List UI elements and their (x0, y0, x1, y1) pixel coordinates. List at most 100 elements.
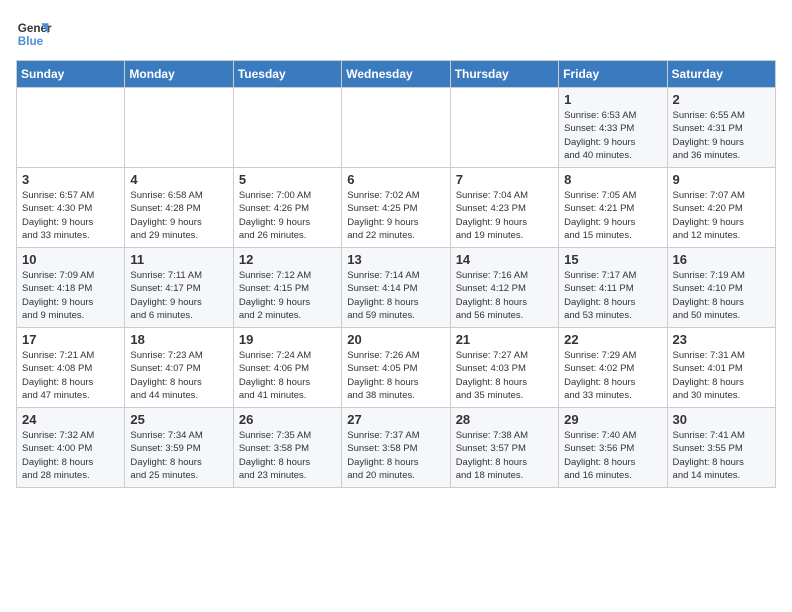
calendar-week-row: 10 Sunrise: 7:09 AM Sunset: 4:18 PM Dayli… (17, 248, 776, 328)
day-info: Sunrise: 6:53 AM Sunset: 4:33 PM Dayligh… (564, 109, 661, 162)
calendar-cell: 15 Sunrise: 7:17 AM Sunset: 4:11 PM Dayli… (559, 248, 667, 328)
calendar-cell: 12 Sunrise: 7:12 AM Sunset: 4:15 PM Dayli… (233, 248, 341, 328)
header-row: SundayMondayTuesdayWednesdayThursdayFrid… (17, 61, 776, 88)
calendar-week-row: 1 Sunrise: 6:53 AM Sunset: 4:33 PM Daylig… (17, 88, 776, 168)
day-info: Sunrise: 7:16 AM Sunset: 4:12 PM Dayligh… (456, 269, 553, 322)
calendar-cell: 16 Sunrise: 7:19 AM Sunset: 4:10 PM Dayli… (667, 248, 775, 328)
day-info: Sunrise: 7:17 AM Sunset: 4:11 PM Dayligh… (564, 269, 661, 322)
day-number: 15 (564, 252, 661, 267)
day-number: 2 (673, 92, 770, 107)
day-header: Tuesday (233, 61, 341, 88)
calendar-cell: 26 Sunrise: 7:35 AM Sunset: 3:58 PM Dayli… (233, 408, 341, 488)
day-number: 22 (564, 332, 661, 347)
day-info: Sunrise: 7:26 AM Sunset: 4:05 PM Dayligh… (347, 349, 444, 402)
calendar-cell: 23Sunrise: 7:31 AM Sunset: 4:01 PM Dayli… (667, 328, 775, 408)
logo-icon: General Blue (16, 16, 52, 52)
day-info: Sunrise: 7:24 AM Sunset: 4:06 PM Dayligh… (239, 349, 336, 402)
calendar-cell (233, 88, 341, 168)
calendar-cell: 30 Sunrise: 7:41 AM Sunset: 3:55 PM Dayli… (667, 408, 775, 488)
calendar-cell: 20Sunrise: 7:26 AM Sunset: 4:05 PM Dayli… (342, 328, 450, 408)
calendar-cell: 10 Sunrise: 7:09 AM Sunset: 4:18 PM Dayli… (17, 248, 125, 328)
day-info: Sunrise: 7:04 AM Sunset: 4:23 PM Dayligh… (456, 189, 553, 242)
calendar-cell: 11Sunrise: 7:11 AM Sunset: 4:17 PM Dayli… (125, 248, 233, 328)
calendar-cell: 4 Sunrise: 6:58 AM Sunset: 4:28 PM Daylig… (125, 168, 233, 248)
day-number: 24 (22, 412, 119, 427)
day-number: 23 (673, 332, 770, 347)
calendar-cell: 3 Sunrise: 6:57 AM Sunset: 4:30 PM Daylig… (17, 168, 125, 248)
day-number: 10 (22, 252, 119, 267)
calendar-cell: 13 Sunrise: 7:14 AM Sunset: 4:14 PM Dayli… (342, 248, 450, 328)
calendar-cell (17, 88, 125, 168)
calendar-cell: 17 Sunrise: 7:21 AM Sunset: 4:08 PM Dayli… (17, 328, 125, 408)
day-info: Sunrise: 7:34 AM Sunset: 3:59 PM Dayligh… (130, 429, 227, 482)
day-header: Friday (559, 61, 667, 88)
day-info: Sunrise: 6:58 AM Sunset: 4:28 PM Dayligh… (130, 189, 227, 242)
day-number: 27 (347, 412, 444, 427)
logo: General Blue (16, 16, 52, 52)
day-info: Sunrise: 6:55 AM Sunset: 4:31 PM Dayligh… (673, 109, 770, 162)
calendar-cell: 27 Sunrise: 7:37 AM Sunset: 3:58 PM Dayli… (342, 408, 450, 488)
calendar-cell: 7 Sunrise: 7:04 AM Sunset: 4:23 PM Daylig… (450, 168, 558, 248)
page-header: General Blue (16, 16, 776, 52)
day-number: 17 (22, 332, 119, 347)
calendar-cell: 19Sunrise: 7:24 AM Sunset: 4:06 PM Dayli… (233, 328, 341, 408)
day-info: Sunrise: 7:35 AM Sunset: 3:58 PM Dayligh… (239, 429, 336, 482)
day-info: Sunrise: 7:02 AM Sunset: 4:25 PM Dayligh… (347, 189, 444, 242)
calendar-cell (342, 88, 450, 168)
calendar-cell: 1 Sunrise: 6:53 AM Sunset: 4:33 PM Daylig… (559, 88, 667, 168)
day-number: 13 (347, 252, 444, 267)
calendar-week-row: 3 Sunrise: 6:57 AM Sunset: 4:30 PM Daylig… (17, 168, 776, 248)
day-info: Sunrise: 7:00 AM Sunset: 4:26 PM Dayligh… (239, 189, 336, 242)
day-info: Sunrise: 7:32 AM Sunset: 4:00 PM Dayligh… (22, 429, 119, 482)
day-number: 16 (673, 252, 770, 267)
day-info: Sunrise: 7:12 AM Sunset: 4:15 PM Dayligh… (239, 269, 336, 322)
calendar-cell: 5 Sunrise: 7:00 AM Sunset: 4:26 PM Daylig… (233, 168, 341, 248)
calendar-cell (125, 88, 233, 168)
calendar-table: SundayMondayTuesdayWednesdayThursdayFrid… (16, 60, 776, 488)
day-info: Sunrise: 7:07 AM Sunset: 4:20 PM Dayligh… (673, 189, 770, 242)
day-info: Sunrise: 7:37 AM Sunset: 3:58 PM Dayligh… (347, 429, 444, 482)
day-header: Monday (125, 61, 233, 88)
calendar-week-row: 17 Sunrise: 7:21 AM Sunset: 4:08 PM Dayli… (17, 328, 776, 408)
calendar-cell: 28Sunrise: 7:38 AM Sunset: 3:57 PM Dayli… (450, 408, 558, 488)
day-info: Sunrise: 7:14 AM Sunset: 4:14 PM Dayligh… (347, 269, 444, 322)
day-number: 7 (456, 172, 553, 187)
day-info: Sunrise: 7:05 AM Sunset: 4:21 PM Dayligh… (564, 189, 661, 242)
day-number: 14 (456, 252, 553, 267)
day-header: Wednesday (342, 61, 450, 88)
calendar-cell: 25 Sunrise: 7:34 AM Sunset: 3:59 PM Dayli… (125, 408, 233, 488)
calendar-cell: 2 Sunrise: 6:55 AM Sunset: 4:31 PM Daylig… (667, 88, 775, 168)
calendar-cell: 6Sunrise: 7:02 AM Sunset: 4:25 PM Daylig… (342, 168, 450, 248)
day-number: 3 (22, 172, 119, 187)
day-number: 4 (130, 172, 227, 187)
day-number: 28 (456, 412, 553, 427)
day-info: Sunrise: 7:19 AM Sunset: 4:10 PM Dayligh… (673, 269, 770, 322)
day-header: Thursday (450, 61, 558, 88)
day-info: Sunrise: 7:09 AM Sunset: 4:18 PM Dayligh… (22, 269, 119, 322)
day-header: Saturday (667, 61, 775, 88)
day-number: 11 (130, 252, 227, 267)
day-info: Sunrise: 7:27 AM Sunset: 4:03 PM Dayligh… (456, 349, 553, 402)
day-number: 9 (673, 172, 770, 187)
day-number: 30 (673, 412, 770, 427)
day-number: 18 (130, 332, 227, 347)
day-info: Sunrise: 7:41 AM Sunset: 3:55 PM Dayligh… (673, 429, 770, 482)
calendar-header: SundayMondayTuesdayWednesdayThursdayFrid… (17, 61, 776, 88)
day-info: Sunrise: 7:21 AM Sunset: 4:08 PM Dayligh… (22, 349, 119, 402)
svg-text:Blue: Blue (18, 35, 44, 48)
calendar-body: 1 Sunrise: 6:53 AM Sunset: 4:33 PM Daylig… (17, 88, 776, 488)
day-info: Sunrise: 6:57 AM Sunset: 4:30 PM Dayligh… (22, 189, 119, 242)
day-number: 1 (564, 92, 661, 107)
day-info: Sunrise: 7:29 AM Sunset: 4:02 PM Dayligh… (564, 349, 661, 402)
calendar-cell: 22 Sunrise: 7:29 AM Sunset: 4:02 PM Dayli… (559, 328, 667, 408)
day-number: 26 (239, 412, 336, 427)
day-number: 29 (564, 412, 661, 427)
calendar-week-row: 24 Sunrise: 7:32 AM Sunset: 4:00 PM Dayli… (17, 408, 776, 488)
day-info: Sunrise: 7:40 AM Sunset: 3:56 PM Dayligh… (564, 429, 661, 482)
day-number: 21 (456, 332, 553, 347)
calendar-cell: 14 Sunrise: 7:16 AM Sunset: 4:12 PM Dayli… (450, 248, 558, 328)
day-number: 12 (239, 252, 336, 267)
calendar-cell: 8Sunrise: 7:05 AM Sunset: 4:21 PM Daylig… (559, 168, 667, 248)
day-number: 5 (239, 172, 336, 187)
day-number: 25 (130, 412, 227, 427)
